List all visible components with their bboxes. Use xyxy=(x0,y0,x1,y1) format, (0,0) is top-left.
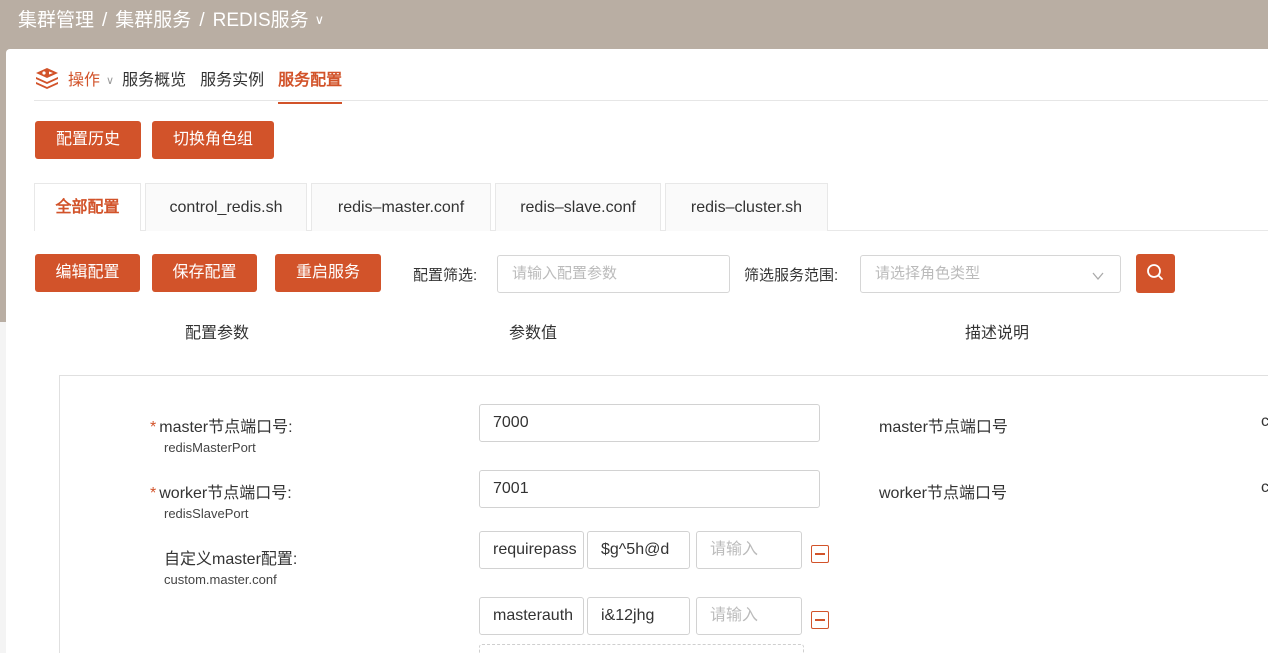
operate-menu[interactable]: 操作 xyxy=(68,66,100,90)
param-label-master-port: * master节点端口号: xyxy=(150,413,293,437)
breadcrumb-separator: / xyxy=(102,10,108,31)
param-desc-master-port: master节点端口号 xyxy=(879,419,1008,436)
breadcrumb: 集群管理 / 集群服务 / REDIS服务 ∨ xyxy=(0,0,1268,42)
param-label-worker-port: * worker节点端口号: xyxy=(150,479,292,503)
breadcrumb-redis-service[interactable]: REDIS服务 xyxy=(213,10,309,31)
param-key-custom-master: custom.master.conf xyxy=(164,572,277,587)
param-extra-cell: c xyxy=(1261,479,1268,496)
required-mark: * xyxy=(150,485,157,502)
tab-control-redis[interactable]: control_redis.sh xyxy=(145,183,307,231)
required-mark: * xyxy=(150,419,157,436)
breadcrumb-cluster-manage[interactable]: 集群管理 xyxy=(18,10,94,31)
custom-value-input[interactable]: i&12jhg xyxy=(587,597,690,635)
column-header-param: 配置参数 xyxy=(185,325,250,342)
scope-label: 筛选服务范围: xyxy=(744,267,839,284)
config-file-tabs: 全部配置 control_redis.sh redis–master.conf … xyxy=(34,183,1268,231)
restart-service-button[interactable]: 重启服务 xyxy=(275,254,381,292)
custom-value-input[interactable]: $g^5h@d xyxy=(587,531,690,569)
role-type-placeholder: 请选择角色类型 xyxy=(875,265,981,282)
param-label-text: master节点端口号: xyxy=(159,419,293,436)
minus-square-icon[interactable] xyxy=(811,545,829,563)
tab-all-config[interactable]: 全部配置 xyxy=(34,183,141,231)
column-header-value: 参数值 xyxy=(509,325,558,342)
filter-label: 配置筛选: xyxy=(413,267,478,284)
custom-key-input[interactable]: masterauth xyxy=(479,597,584,635)
custom-desc-input[interactable]: 请输入 xyxy=(696,597,802,635)
chevron-down-icon[interactable]: ∨ xyxy=(315,12,325,27)
tab-redis-cluster[interactable]: redis–cluster.sh xyxy=(665,183,828,231)
search-button[interactable] xyxy=(1136,254,1175,293)
chevron-down-icon xyxy=(1092,272,1104,281)
param-extra-cell: c xyxy=(1261,413,1268,430)
custom-desc-input[interactable]: 请输入 xyxy=(696,531,802,569)
param-desc-worker-port: worker节点端口号 xyxy=(879,485,1008,502)
add-row-button[interactable] xyxy=(479,644,804,653)
param-label-custom-master: 自定义master配置: xyxy=(164,551,298,568)
nav-item-overview[interactable]: 服务概览 xyxy=(122,66,186,90)
column-header-desc: 描述说明 xyxy=(965,325,1030,342)
chevron-down-icon[interactable]: ∨ xyxy=(106,74,114,87)
worker-port-input[interactable]: 7001 xyxy=(479,470,820,508)
redis-logo-icon xyxy=(36,67,58,89)
param-key-master-port: redisMasterPort xyxy=(164,440,256,455)
custom-key-input[interactable]: requirepass xyxy=(479,531,584,569)
master-port-input[interactable]: 7000 xyxy=(479,404,820,442)
tab-redis-slave-conf[interactable]: redis–slave.conf xyxy=(495,183,661,231)
config-history-button[interactable]: 配置历史 xyxy=(35,121,141,159)
edit-config-button[interactable]: 编辑配置 xyxy=(35,254,140,292)
minus-square-icon[interactable] xyxy=(811,611,829,629)
role-type-select[interactable]: 请选择角色类型 xyxy=(860,255,1121,293)
switch-role-group-button[interactable]: 切换角色组 xyxy=(152,121,274,159)
config-filter-input[interactable]: 请输入配置参数 xyxy=(497,255,730,293)
breadcrumb-separator: / xyxy=(199,10,205,31)
nav-item-instances[interactable]: 服务实例 xyxy=(200,66,264,90)
breadcrumb-cluster-service[interactable]: 集群服务 xyxy=(115,10,191,31)
service-nav: 操作 ∨ 服务概览 服务实例 服务配置 xyxy=(34,61,1268,104)
main-panel: 操作 ∨ 服务概览 服务实例 服务配置 配置历史 切换角色组 全部配置 cont… xyxy=(6,49,1268,653)
param-key-worker-port: redisSlavePort xyxy=(164,506,249,521)
tab-redis-master-conf[interactable]: redis–master.conf xyxy=(311,183,491,231)
search-icon xyxy=(1147,264,1163,280)
save-config-button[interactable]: 保存配置 xyxy=(152,254,257,292)
nav-item-config[interactable]: 服务配置 xyxy=(278,66,343,104)
param-label-text: worker节点端口号: xyxy=(159,485,292,502)
